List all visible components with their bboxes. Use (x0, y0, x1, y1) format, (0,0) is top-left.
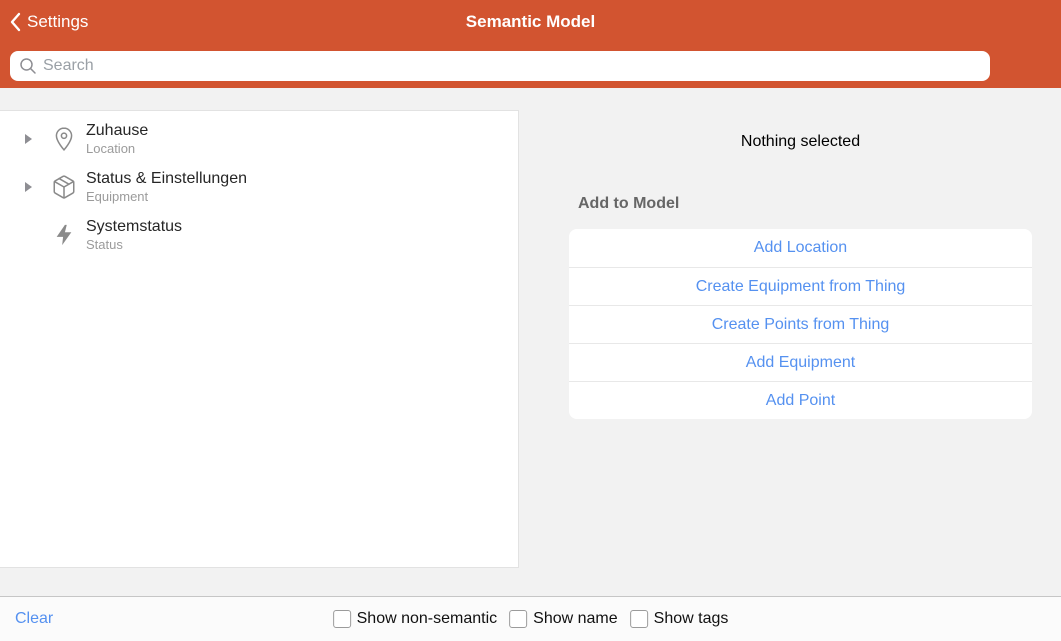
location-pin-icon (50, 125, 78, 153)
search-input[interactable] (10, 51, 990, 81)
expand-arrow-icon[interactable] (22, 133, 34, 145)
tree-item-title: Status & Einstellungen (86, 169, 247, 188)
action-button-create-equipment-from-thing[interactable]: Create Equipment from Thing (569, 267, 1032, 305)
expand-arrow-icon[interactable] (22, 181, 34, 193)
search-icon (19, 57, 37, 75)
chevron-left-icon (9, 12, 21, 32)
back-button[interactable]: Settings (9, 0, 88, 44)
checkbox-label: Show name (533, 610, 618, 628)
add-to-model-action-list: Add Location Create Equipment from Thing… (569, 229, 1032, 419)
checkbox[interactable] (509, 610, 527, 628)
package-icon (50, 173, 78, 201)
checkbox-show-name[interactable]: Show name (509, 610, 618, 628)
checkbox-label: Show tags (654, 610, 729, 628)
action-button-add-point[interactable]: Add Point (569, 381, 1032, 419)
model-tree: Zuhause Location Status & Einstellungen … (0, 110, 519, 568)
action-button-add-equipment[interactable]: Add Equipment (569, 343, 1032, 381)
tree-item-zuhause[interactable]: Zuhause Location (0, 115, 518, 163)
tree-item-subtitle: Location (86, 141, 148, 157)
checkbox[interactable] (333, 610, 351, 628)
navbar: Settings Semantic Model (0, 0, 1061, 44)
tree-item-title: Systemstatus (86, 217, 182, 236)
display-options: Show non-semantic Show name Show tags (333, 597, 729, 641)
clear-button[interactable]: Clear (15, 597, 53, 641)
header-bar: Settings Semantic Model (0, 0, 1061, 88)
action-button-create-points-from-thing[interactable]: Create Points from Thing (569, 305, 1032, 343)
tree-item-status-einstellungen[interactable]: Status & Einstellungen Equipment (0, 163, 518, 211)
checkbox-label: Show non-semantic (357, 610, 498, 628)
tree-item-systemstatus[interactable]: Systemstatus Status (0, 211, 518, 259)
action-button-add-location[interactable]: Add Location (569, 229, 1032, 267)
back-button-label: Settings (27, 12, 88, 32)
page-title: Semantic Model (0, 0, 1061, 44)
add-to-model-heading: Add to Model (578, 195, 679, 213)
tree-item-title: Zuhause (86, 121, 148, 140)
tree-item-subtitle: Status (86, 237, 182, 253)
nothing-selected-message: Nothing selected (569, 133, 1032, 151)
footer-toolbar: Clear Show non-semantic Show name Show t… (0, 596, 1061, 641)
tree-item-subtitle: Equipment (86, 189, 247, 205)
search-bar (0, 44, 1061, 88)
checkbox-show-non-semantic[interactable]: Show non-semantic (333, 610, 498, 628)
checkbox[interactable] (630, 610, 648, 628)
checkbox-show-tags[interactable]: Show tags (630, 610, 729, 628)
lightning-bolt-icon (50, 221, 78, 249)
